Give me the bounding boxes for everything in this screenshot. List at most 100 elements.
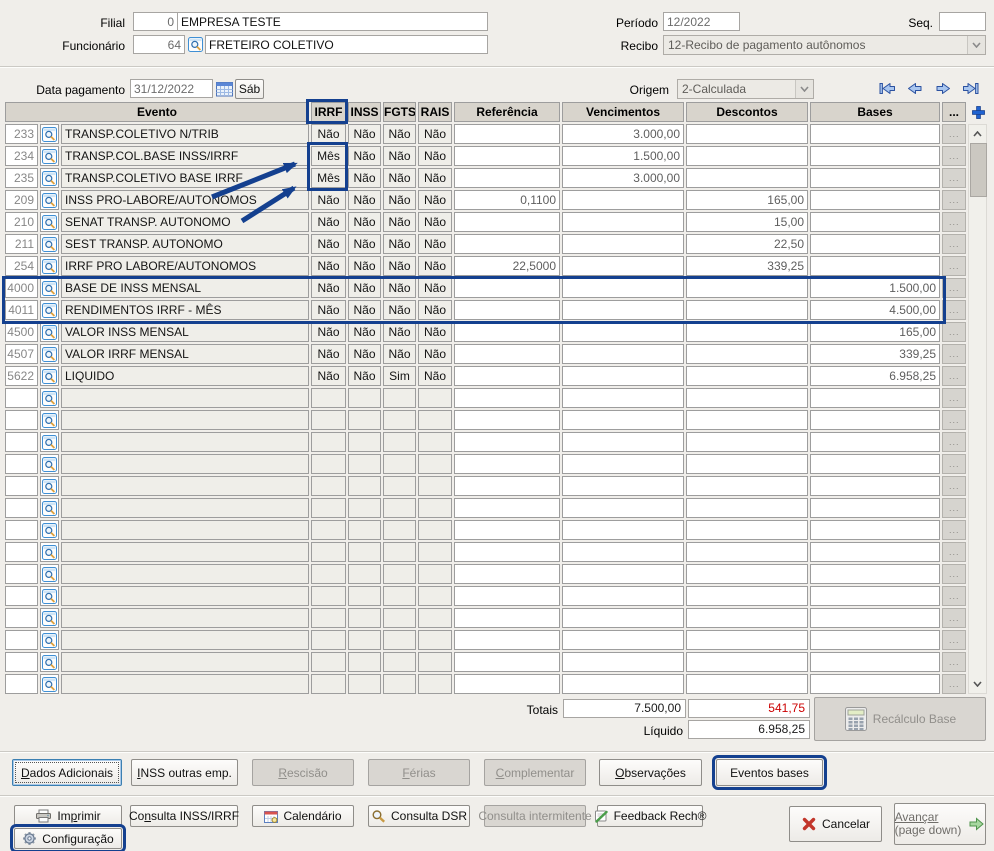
event-search-button[interactable] bbox=[40, 476, 59, 496]
flag-irrf-cell[interactable]: Não bbox=[311, 124, 346, 144]
flag-inss-cell[interactable]: Não bbox=[348, 190, 381, 210]
flag-rais-cell[interactable] bbox=[418, 564, 452, 584]
cancelar-button[interactable]: Cancelar bbox=[789, 806, 882, 842]
funcionario-code-field[interactable] bbox=[133, 35, 185, 54]
vencimentos-cell[interactable] bbox=[562, 256, 684, 276]
row-more-button[interactable]: ... bbox=[942, 212, 966, 232]
flag-rais-cell[interactable] bbox=[418, 652, 452, 672]
event-code-cell[interactable] bbox=[5, 586, 38, 606]
flag-inss-cell[interactable]: Não bbox=[348, 366, 381, 386]
flag-rais-cell[interactable] bbox=[418, 388, 452, 408]
referencia-cell[interactable] bbox=[454, 652, 560, 672]
column-header-more[interactable]: ... bbox=[942, 102, 966, 122]
flag-irrf-cell[interactable] bbox=[311, 564, 346, 584]
descontos-cell[interactable] bbox=[686, 542, 808, 562]
row-more-button[interactable]: ... bbox=[942, 366, 966, 386]
referencia-cell[interactable] bbox=[454, 388, 560, 408]
data-pagamento-field[interactable] bbox=[130, 79, 213, 98]
flag-inss-cell[interactable] bbox=[348, 388, 381, 408]
referencia-cell[interactable] bbox=[454, 212, 560, 232]
flag-rais-cell[interactable]: Não bbox=[418, 146, 452, 166]
bases-cell[interactable] bbox=[810, 190, 940, 210]
calendario-button[interactable]: Calendário bbox=[252, 805, 354, 827]
vencimentos-cell[interactable] bbox=[562, 278, 684, 298]
flag-rais-cell[interactable]: Não bbox=[418, 300, 452, 320]
bases-cell[interactable]: 4.500,00 bbox=[810, 300, 940, 320]
flag-fgts-cell[interactable] bbox=[383, 432, 416, 452]
vencimentos-cell[interactable] bbox=[562, 542, 684, 562]
bases-cell[interactable]: 339,25 bbox=[810, 344, 940, 364]
event-search-button[interactable] bbox=[40, 652, 59, 672]
row-more-button[interactable]: ... bbox=[942, 564, 966, 584]
event-code-cell[interactable] bbox=[5, 476, 38, 496]
bases-cell[interactable] bbox=[810, 476, 940, 496]
vencimentos-cell[interactable] bbox=[562, 454, 684, 474]
vencimentos-cell[interactable]: 3.000,00 bbox=[562, 168, 684, 188]
flag-rais-cell[interactable] bbox=[418, 674, 452, 694]
event-code-cell[interactable] bbox=[5, 542, 38, 562]
flag-rais-cell[interactable]: Não bbox=[418, 212, 452, 232]
flag-inss-cell[interactable]: Não bbox=[348, 322, 381, 342]
column-header-inss[interactable]: INSS bbox=[348, 102, 381, 122]
column-header-fgts[interactable]: FGTS bbox=[383, 102, 416, 122]
event-search-button[interactable] bbox=[40, 212, 59, 232]
descontos-cell[interactable] bbox=[686, 410, 808, 430]
flag-fgts-cell[interactable] bbox=[383, 476, 416, 496]
nav-first-button[interactable] bbox=[876, 80, 898, 96]
vencimentos-cell[interactable] bbox=[562, 652, 684, 672]
descontos-cell[interactable]: 22,50 bbox=[686, 234, 808, 254]
flag-irrf-cell[interactable] bbox=[311, 520, 346, 540]
bases-cell[interactable] bbox=[810, 630, 940, 650]
flag-fgts-cell[interactable] bbox=[383, 630, 416, 650]
row-more-button[interactable]: ... bbox=[942, 608, 966, 628]
flag-fgts-cell[interactable]: Não bbox=[383, 300, 416, 320]
event-search-button[interactable] bbox=[40, 344, 59, 364]
avancar-button[interactable]: Avançar (page down) bbox=[894, 803, 986, 845]
referencia-cell[interactable] bbox=[454, 146, 560, 166]
row-more-button[interactable]: ... bbox=[942, 168, 966, 188]
referencia-cell[interactable] bbox=[454, 234, 560, 254]
event-code-cell[interactable] bbox=[5, 630, 38, 650]
eventos-bases-button[interactable]: Eventos bases bbox=[712, 755, 827, 790]
vencimentos-cell[interactable]: 3.000,00 bbox=[562, 124, 684, 144]
bases-cell[interactable] bbox=[810, 674, 940, 694]
descontos-cell[interactable] bbox=[686, 498, 808, 518]
consulta-inss-irrf-button[interactable]: Consulta INSS/IRRF bbox=[129, 805, 239, 827]
event-code-cell[interactable] bbox=[5, 410, 38, 430]
flag-inss-cell[interactable] bbox=[348, 454, 381, 474]
flag-irrf-cell[interactable]: Não bbox=[311, 278, 346, 298]
calendar-picker-button[interactable] bbox=[215, 80, 233, 97]
vencimentos-cell[interactable] bbox=[562, 476, 684, 496]
flag-inss-cell[interactable] bbox=[348, 520, 381, 540]
event-name-cell[interactable]: TRANSP.COLETIVO BASE IRRF bbox=[61, 168, 309, 188]
event-code-cell[interactable]: 4000 bbox=[5, 278, 38, 298]
event-code-cell[interactable] bbox=[5, 652, 38, 672]
flag-irrf-cell[interactable]: Não bbox=[311, 190, 346, 210]
event-name-cell[interactable]: INSS PRO-LABORE/AUTONOMOS bbox=[61, 190, 309, 210]
event-code-cell[interactable] bbox=[5, 432, 38, 452]
feedback-rech-button[interactable]: Feedback Rech® bbox=[594, 805, 706, 827]
event-code-cell[interactable]: 210 bbox=[5, 212, 38, 232]
event-search-button[interactable] bbox=[40, 432, 59, 452]
referencia-cell[interactable] bbox=[454, 630, 560, 650]
flag-fgts-cell[interactable]: Não bbox=[383, 190, 416, 210]
referencia-cell[interactable] bbox=[454, 608, 560, 628]
bases-cell[interactable] bbox=[810, 542, 940, 562]
flag-irrf-cell[interactable]: Não bbox=[311, 212, 346, 232]
flag-irrf-cell[interactable] bbox=[311, 454, 346, 474]
flag-rais-cell[interactable] bbox=[418, 608, 452, 628]
flag-inss-cell[interactable] bbox=[348, 432, 381, 452]
flag-rais-cell[interactable] bbox=[418, 410, 452, 430]
flag-fgts-cell[interactable] bbox=[383, 564, 416, 584]
event-search-button[interactable] bbox=[40, 190, 59, 210]
imprimir-button[interactable]: Imprimir bbox=[14, 805, 122, 827]
flag-fgts-cell[interactable]: Não bbox=[383, 168, 416, 188]
descontos-cell[interactable]: 165,00 bbox=[686, 190, 808, 210]
row-more-button[interactable]: ... bbox=[942, 630, 966, 650]
vertical-scrollbar[interactable] bbox=[968, 124, 987, 694]
event-name-cell[interactable] bbox=[61, 410, 309, 430]
event-code-cell[interactable]: 4500 bbox=[5, 322, 38, 342]
vencimentos-cell[interactable] bbox=[562, 498, 684, 518]
flag-rais-cell[interactable]: Não bbox=[418, 278, 452, 298]
referencia-cell[interactable] bbox=[454, 454, 560, 474]
